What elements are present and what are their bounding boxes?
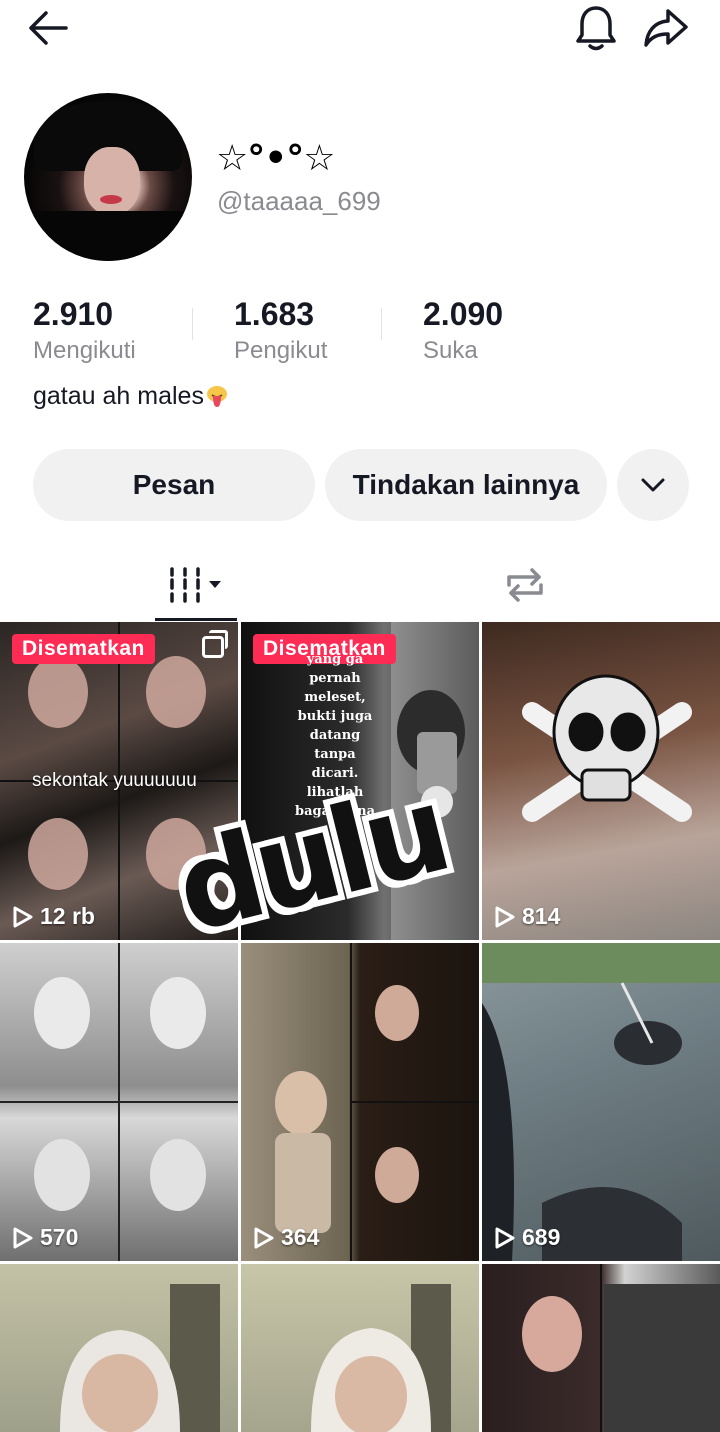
following-label: Mengikuti: [33, 337, 136, 364]
stat-divider: [381, 308, 382, 340]
play-icon: [13, 1227, 33, 1248]
profile-tabs: [0, 550, 720, 622]
tab-videos[interactable]: [155, 550, 237, 620]
suggestions-dropdown-button[interactable]: [617, 449, 689, 521]
active-tab-indicator: [155, 618, 237, 621]
share-button[interactable]: [642, 4, 690, 52]
message-button[interactable]: Pesan: [33, 449, 315, 521]
video-thumbnail[interactable]: [0, 1264, 238, 1432]
skull-sticker: [522, 674, 692, 822]
view-count-text: 689: [522, 1224, 561, 1250]
video-grid: Disematkan sekontak yuuuuuuu 12 rb Disem…: [0, 622, 720, 1432]
profile-avatar[interactable]: [24, 93, 192, 261]
bio-text: gatau ah males: [33, 382, 204, 410]
view-count-text: 814: [522, 903, 561, 929]
display-name: ☆°•°☆: [216, 138, 336, 179]
likes-label: Suka: [423, 337, 478, 364]
view-count-text: 570: [40, 1224, 79, 1250]
video-thumbnail[interactable]: 814: [482, 622, 720, 940]
grid-videos-icon: [170, 567, 221, 603]
top-bar: [0, 0, 720, 60]
video-thumbnail[interactable]: 570: [0, 943, 238, 1261]
video-thumbnail[interactable]: 364: [241, 943, 479, 1261]
share-arrow-icon: [644, 9, 688, 47]
view-count-text: 364: [281, 1224, 320, 1250]
likes-count: 2.090: [423, 296, 504, 332]
view-count: 570: [12, 1224, 78, 1251]
pinned-badge: Disematkan: [12, 634, 155, 664]
play-icon: [495, 1227, 515, 1248]
play-icon: [13, 906, 33, 927]
stat-followers[interactable]: 1.683 Pengikut: [234, 296, 327, 365]
back-button[interactable]: [24, 4, 72, 52]
stat-divider: [192, 308, 193, 340]
view-count: 364: [253, 1224, 319, 1251]
stat-likes[interactable]: 2.090 Suka: [423, 296, 503, 365]
followers-label: Pengikut: [234, 337, 328, 364]
bell-icon: [576, 6, 616, 51]
chevron-down-icon: [641, 478, 665, 492]
video-thumbnail[interactable]: 689: [482, 943, 720, 1261]
following-count: 2.910: [33, 296, 114, 332]
play-icon: [495, 906, 515, 927]
username-handle: @taaaaa_699: [217, 186, 381, 216]
video-caption: sekontak yuuuuuuu: [32, 770, 197, 791]
video-thumbnail[interactable]: [482, 1264, 720, 1432]
repost-icon: [507, 568, 543, 602]
tab-reposts[interactable]: [490, 550, 560, 620]
followers-count: 1.683: [234, 296, 315, 332]
notification-button[interactable]: [572, 4, 620, 52]
stat-following[interactable]: 2.910 Mengikuti: [33, 296, 136, 365]
more-actions-button[interactable]: Tindakan lainnya: [325, 449, 607, 521]
view-count: 814: [494, 903, 560, 930]
view-count: 12 rb: [12, 903, 95, 930]
view-count: 689: [494, 1224, 560, 1251]
profile-bio: gatau ah males: [33, 382, 228, 411]
tongue-emoji-icon: [206, 384, 228, 408]
multi-photo-icon: [202, 630, 228, 658]
view-count-text: 12 rb: [40, 903, 95, 929]
play-icon: [254, 1227, 274, 1248]
video-thumbnail[interactable]: [241, 1264, 479, 1432]
arrow-left-icon: [29, 11, 68, 45]
